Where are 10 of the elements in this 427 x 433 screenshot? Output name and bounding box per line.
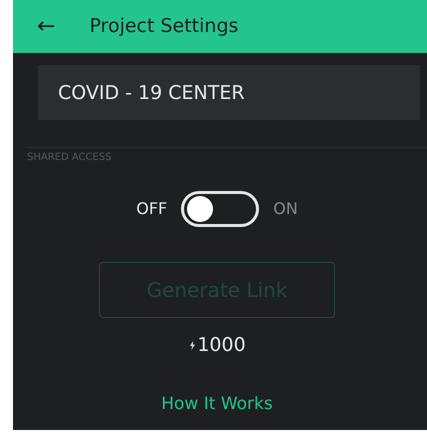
back-button[interactable]: ← bbox=[37, 16, 56, 38]
project-name-field[interactable]: COVID - 19 CENTER bbox=[38, 65, 420, 120]
lightning-icon bbox=[190, 340, 196, 350]
shared-access-toggle[interactable] bbox=[181, 191, 260, 227]
off-label: OFF bbox=[136, 198, 168, 220]
energy-amount: 1000 bbox=[197, 333, 246, 358]
section-label: SHARED ACCESS bbox=[27, 151, 112, 165]
page-title: Project Settings bbox=[89, 14, 238, 40]
how-it-works-link[interactable]: How It Works bbox=[161, 392, 273, 417]
on-label: ON bbox=[273, 198, 298, 220]
